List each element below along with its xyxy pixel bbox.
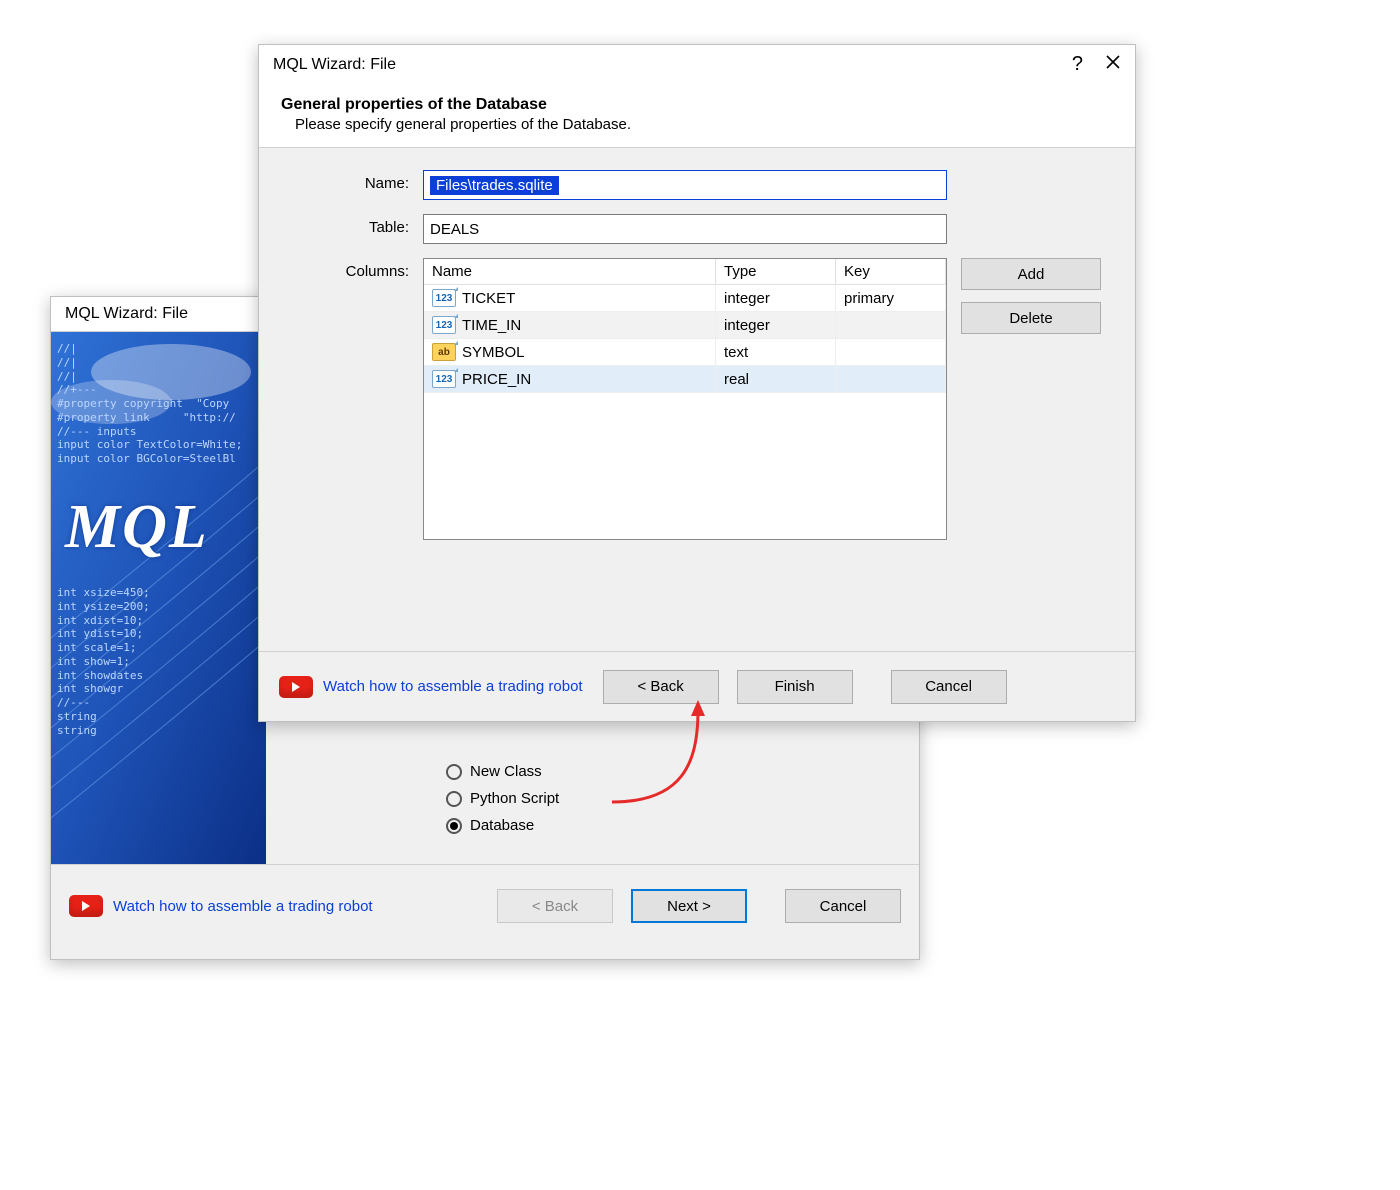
header-title: General properties of the Database: [281, 96, 1113, 114]
column-key: primary: [844, 290, 894, 307]
dialog-footer: Watch how to assemble a trading robot < …: [51, 865, 919, 947]
youtube-icon[interactable]: [279, 676, 313, 698]
window-title: MQL Wizard: File: [273, 56, 1072, 74]
template-radio-option[interactable]: Python Script: [446, 790, 559, 807]
help-icon[interactable]: ?: [1072, 53, 1083, 76]
radio-label: New Class: [470, 763, 542, 780]
columns-header-row: Name Type Key: [424, 259, 946, 285]
cancel-button[interactable]: Cancel: [785, 889, 901, 923]
dialog-footer: Watch how to assemble a trading robot < …: [259, 651, 1135, 721]
column-type: real: [724, 371, 749, 388]
column-type: integer: [724, 317, 770, 334]
wizard-side-banner: //|//|//|//+---#property copyright "Copy…: [51, 332, 266, 864]
table-input[interactable]: DEALS: [423, 214, 947, 244]
header-subtitle: Please specify general properties of the…: [295, 116, 1113, 133]
name-label: Name:: [269, 170, 409, 192]
close-icon[interactable]: [1105, 54, 1121, 75]
watch-video-link[interactable]: Watch how to assemble a trading robot: [323, 678, 583, 695]
template-radio-option[interactable]: Database: [446, 817, 559, 834]
column-row[interactable]: ab SYMBOL text: [424, 339, 946, 366]
col-header-key[interactable]: Key: [836, 259, 946, 285]
column-type-icon: ab: [432, 343, 456, 361]
column-row[interactable]: 123 TIME_IN integer: [424, 312, 946, 339]
name-input-value: Files\trades.sqlite: [430, 176, 559, 195]
radio-icon: [446, 764, 462, 780]
add-column-button[interactable]: Add: [961, 258, 1101, 290]
cancel-button[interactable]: Cancel: [891, 670, 1007, 704]
column-row[interactable]: 123 TICKET integer primary: [424, 285, 946, 312]
columns-label: Columns:: [269, 258, 409, 280]
column-name: TICKET: [462, 290, 515, 307]
titlebar: MQL Wizard: File ?: [259, 45, 1135, 84]
next-button[interactable]: Next >: [631, 889, 747, 923]
radio-icon: [446, 818, 462, 834]
back-button: < Back: [497, 889, 613, 923]
column-name: TIME_IN: [462, 317, 521, 334]
radio-label: Python Script: [470, 790, 559, 807]
name-input[interactable]: Files\trades.sqlite: [423, 170, 947, 200]
youtube-icon[interactable]: [69, 895, 103, 917]
finish-button[interactable]: Finish: [737, 670, 853, 704]
watch-video-link[interactable]: Watch how to assemble a trading robot: [113, 898, 373, 915]
column-type: integer: [724, 290, 770, 307]
column-type-icon: 123: [432, 370, 456, 388]
column-type-icon: 123: [432, 289, 456, 307]
column-row[interactable]: 123 PRICE_IN real: [424, 366, 946, 393]
column-type: text: [724, 344, 748, 361]
column-type-icon: 123: [432, 316, 456, 334]
delete-column-button[interactable]: Delete: [961, 302, 1101, 334]
mql-logo-text: MQL: [65, 492, 209, 563]
template-radio-option[interactable]: New Class: [446, 763, 559, 780]
radio-label: Database: [470, 817, 534, 834]
wizard-header: General properties of the Database Pleas…: [259, 84, 1135, 148]
columns-table[interactable]: Name Type Key 123 TICKET integer primary…: [423, 258, 947, 540]
table-label: Table:: [269, 214, 409, 236]
col-header-type[interactable]: Type: [716, 259, 836, 285]
table-input-value: DEALS: [430, 221, 479, 238]
back-button[interactable]: < Back: [603, 670, 719, 704]
column-name: SYMBOL: [462, 344, 525, 361]
col-header-name[interactable]: Name: [424, 259, 716, 285]
column-name: PRICE_IN: [462, 371, 531, 388]
wizard-dialog-front: MQL Wizard: File ? General properties of…: [258, 44, 1136, 722]
radio-icon: [446, 791, 462, 807]
